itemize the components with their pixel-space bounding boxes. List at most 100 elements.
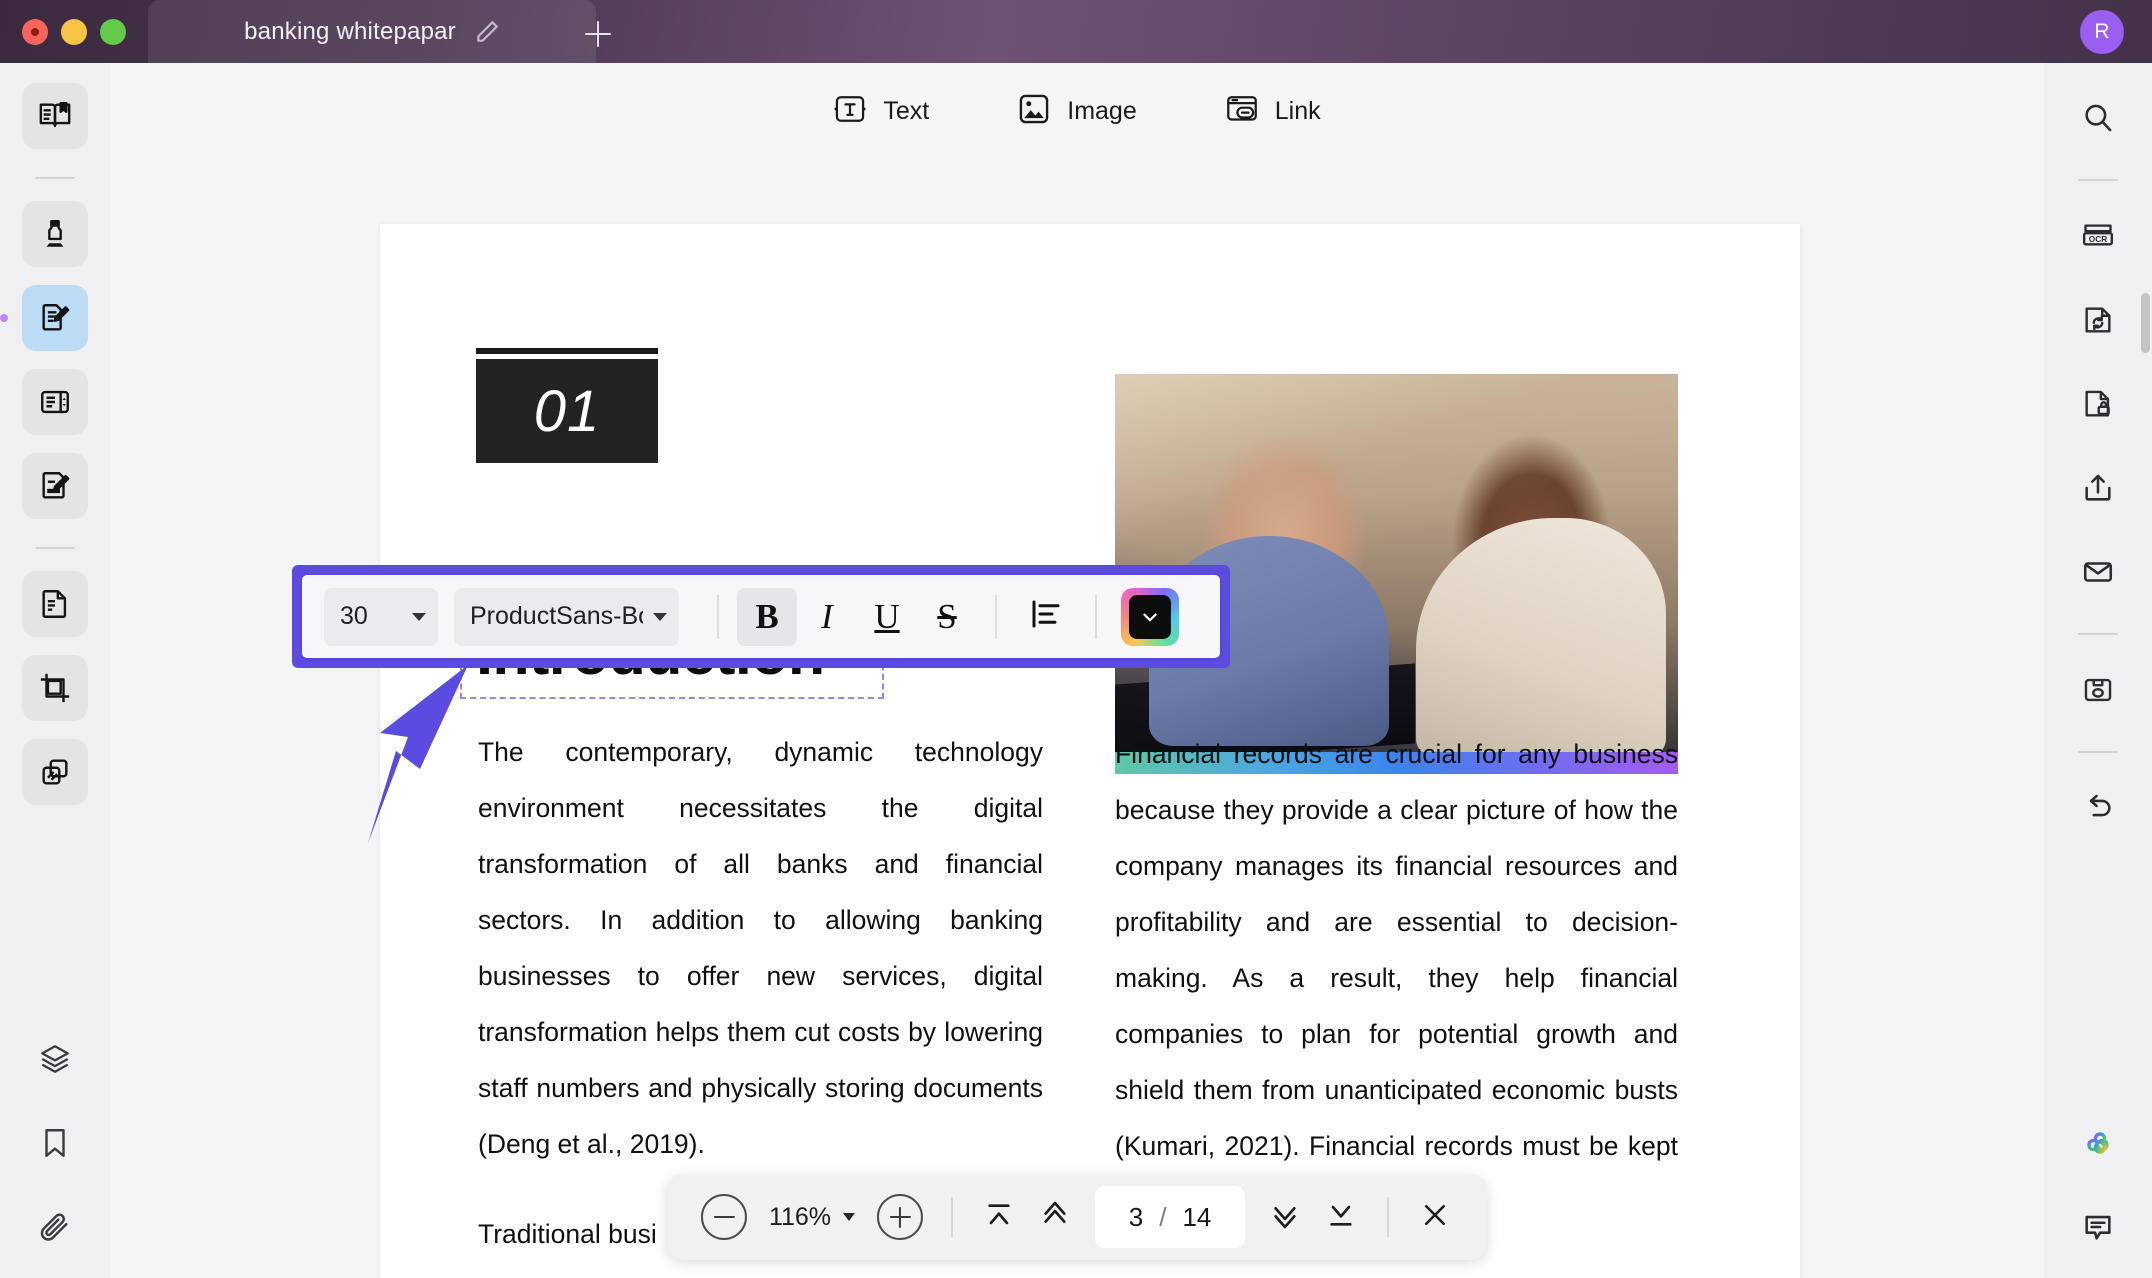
svg-text:OCR: OCR (2089, 234, 2107, 244)
sidebar-item-crop-tool[interactable] (22, 655, 88, 721)
file-convert-icon (2081, 303, 2115, 337)
sidebar-item-organize-tool[interactable] (22, 739, 88, 805)
close-icon (1420, 1200, 1450, 1235)
previous-page-button[interactable] (1029, 1191, 1081, 1243)
sidebar-item-email[interactable] (2065, 539, 2131, 605)
page-separator: / (1159, 1201, 1167, 1232)
sidebar-item-comments[interactable] (2065, 1194, 2131, 1260)
maximize-window-button[interactable] (100, 18, 126, 45)
form-fields-icon (38, 385, 72, 419)
sidebar-item-form-tool[interactable] (22, 369, 88, 435)
font-family-dropdown[interactable]: ProductSans-Bol (454, 587, 679, 646)
layers-icon (38, 1042, 72, 1076)
sidebar-item-search[interactable] (2065, 85, 2131, 151)
minimize-window-button[interactable] (61, 18, 87, 45)
paragraph: can be retrieved (1115, 1264, 1678, 1278)
document-pencil-icon (38, 301, 72, 335)
color-swatch-chevron-icon (1129, 594, 1171, 639)
first-page-button[interactable] (973, 1191, 1025, 1243)
sidebar-item-protect[interactable] (2065, 371, 2131, 437)
sidebar-item-ocr[interactable]: OCR (2065, 203, 2131, 269)
ai-flower-icon (2078, 1123, 2118, 1163)
page-number-field[interactable]: 3 / 14 (1095, 1186, 1246, 1248)
page-navigation-bar: 116% 3 / 14 (666, 1174, 1488, 1260)
sidebar-item-page-tool[interactable] (22, 571, 88, 637)
text-color-button[interactable] (1121, 587, 1179, 646)
document-tab[interactable]: banking whitepapar (148, 0, 596, 63)
chevron-down-icon (653, 612, 667, 621)
zoom-out-button[interactable] (700, 1194, 747, 1240)
sidebar-item-ai-assistant[interactable] (2065, 1110, 2131, 1176)
plus-icon[interactable] (578, 14, 618, 54)
toolbar-divider-2 (995, 594, 997, 639)
last-page-icon (1325, 1199, 1357, 1236)
ocr-icon: OCR (2080, 219, 2116, 253)
rail-divider-2 (35, 547, 75, 549)
app-shell: Text Image Link 01 The contemporary, dyn… (0, 63, 2152, 1278)
sidebar-item-edit-tool[interactable] (0, 285, 88, 351)
content-insert-toolbar: Text Image Link (110, 63, 2044, 159)
sidebar-item-attachments-panel[interactable] (22, 1194, 88, 1260)
sidebar-item-sign-tool[interactable] (22, 453, 88, 519)
italic-button[interactable]: I (797, 588, 857, 646)
close-window-button[interactable] (22, 18, 48, 45)
toolbar-divider (717, 594, 719, 639)
font-size-value: 30 (340, 602, 368, 630)
paragraph: The contemporary, dynamic technology env… (478, 737, 1043, 1159)
right-rail-divider-3 (2078, 751, 2118, 753)
zoom-level-value: 116% (768, 1202, 832, 1231)
close-pagebar-button[interactable] (1409, 1191, 1461, 1243)
toolbar-divider-3 (1095, 594, 1097, 639)
avatar[interactable]: R (2080, 10, 2124, 54)
envelope-icon (2081, 555, 2115, 589)
font-size-dropdown[interactable]: 30 (324, 587, 438, 646)
sidebar-item-undo[interactable] (2065, 775, 2131, 841)
sign-document-icon (38, 469, 72, 503)
tab-title: banking whitepapar (244, 17, 456, 45)
vertical-scrollbar[interactable] (2141, 293, 2150, 353)
window-controls (0, 18, 148, 45)
chevron-down-icon (843, 1213, 856, 1221)
sidebar-item-snapshot[interactable] (2065, 657, 2131, 723)
sidebar-item-layers-panel[interactable] (22, 1026, 88, 1092)
sidebar-item-bookmarks-panel[interactable] (22, 1110, 88, 1176)
document-page[interactable]: 01 Introduction (380, 224, 1800, 1278)
underline-button[interactable]: U (857, 588, 917, 646)
section-number-block: 01 (476, 359, 658, 463)
pencil-icon[interactable] (474, 19, 500, 45)
file-lock-icon (2081, 387, 2115, 421)
sidebar-item-reader-mode[interactable] (22, 83, 88, 149)
paperclip-icon (38, 1210, 72, 1244)
app-window: banking whitepapar R Text Image Link 01 … (0, 0, 2152, 1278)
open-book-icon (38, 99, 72, 133)
right-toolbar: OCR (2044, 63, 2152, 1278)
insert-link-button[interactable]: Link (1225, 92, 1321, 131)
insert-text-button[interactable]: Text (833, 92, 929, 131)
text-box-icon (833, 92, 867, 131)
right-rail-divider-2 (2078, 633, 2118, 635)
document-viewport[interactable]: 01 Introduction (110, 159, 2044, 1278)
next-page-button[interactable] (1259, 1191, 1311, 1243)
sidebar-item-convert[interactable] (2065, 287, 2131, 353)
bold-button[interactable]: B (737, 587, 797, 646)
align-left-icon (1028, 596, 1064, 637)
search-icon (2081, 101, 2115, 135)
bookmark-icon (38, 1126, 72, 1160)
sidebar-item-share[interactable] (2065, 455, 2131, 521)
zoom-level-dropdown[interactable]: 116% (768, 1202, 856, 1232)
share-upload-icon (2081, 471, 2115, 505)
insert-image-label: Image (1067, 96, 1137, 125)
camera-save-icon (2081, 673, 2115, 707)
title-bar: banking whitepapar R (0, 0, 2152, 63)
strikethrough-button[interactable]: S (917, 588, 977, 646)
marker-highlighter-icon (38, 217, 72, 251)
last-page-button[interactable] (1315, 1191, 1367, 1243)
plus-circle-icon-vertical (898, 1206, 902, 1228)
insert-image-button[interactable]: Image (1017, 92, 1137, 131)
insert-text-label: Text (883, 96, 930, 125)
sidebar-item-highlight-tool[interactable] (22, 201, 88, 267)
current-page: 3 (1128, 1201, 1144, 1232)
align-button[interactable] (1015, 588, 1077, 646)
zoom-in-button[interactable] (877, 1194, 924, 1240)
text-format-toolbar: 30 ProductSans-Bol B I U S (292, 565, 1230, 668)
